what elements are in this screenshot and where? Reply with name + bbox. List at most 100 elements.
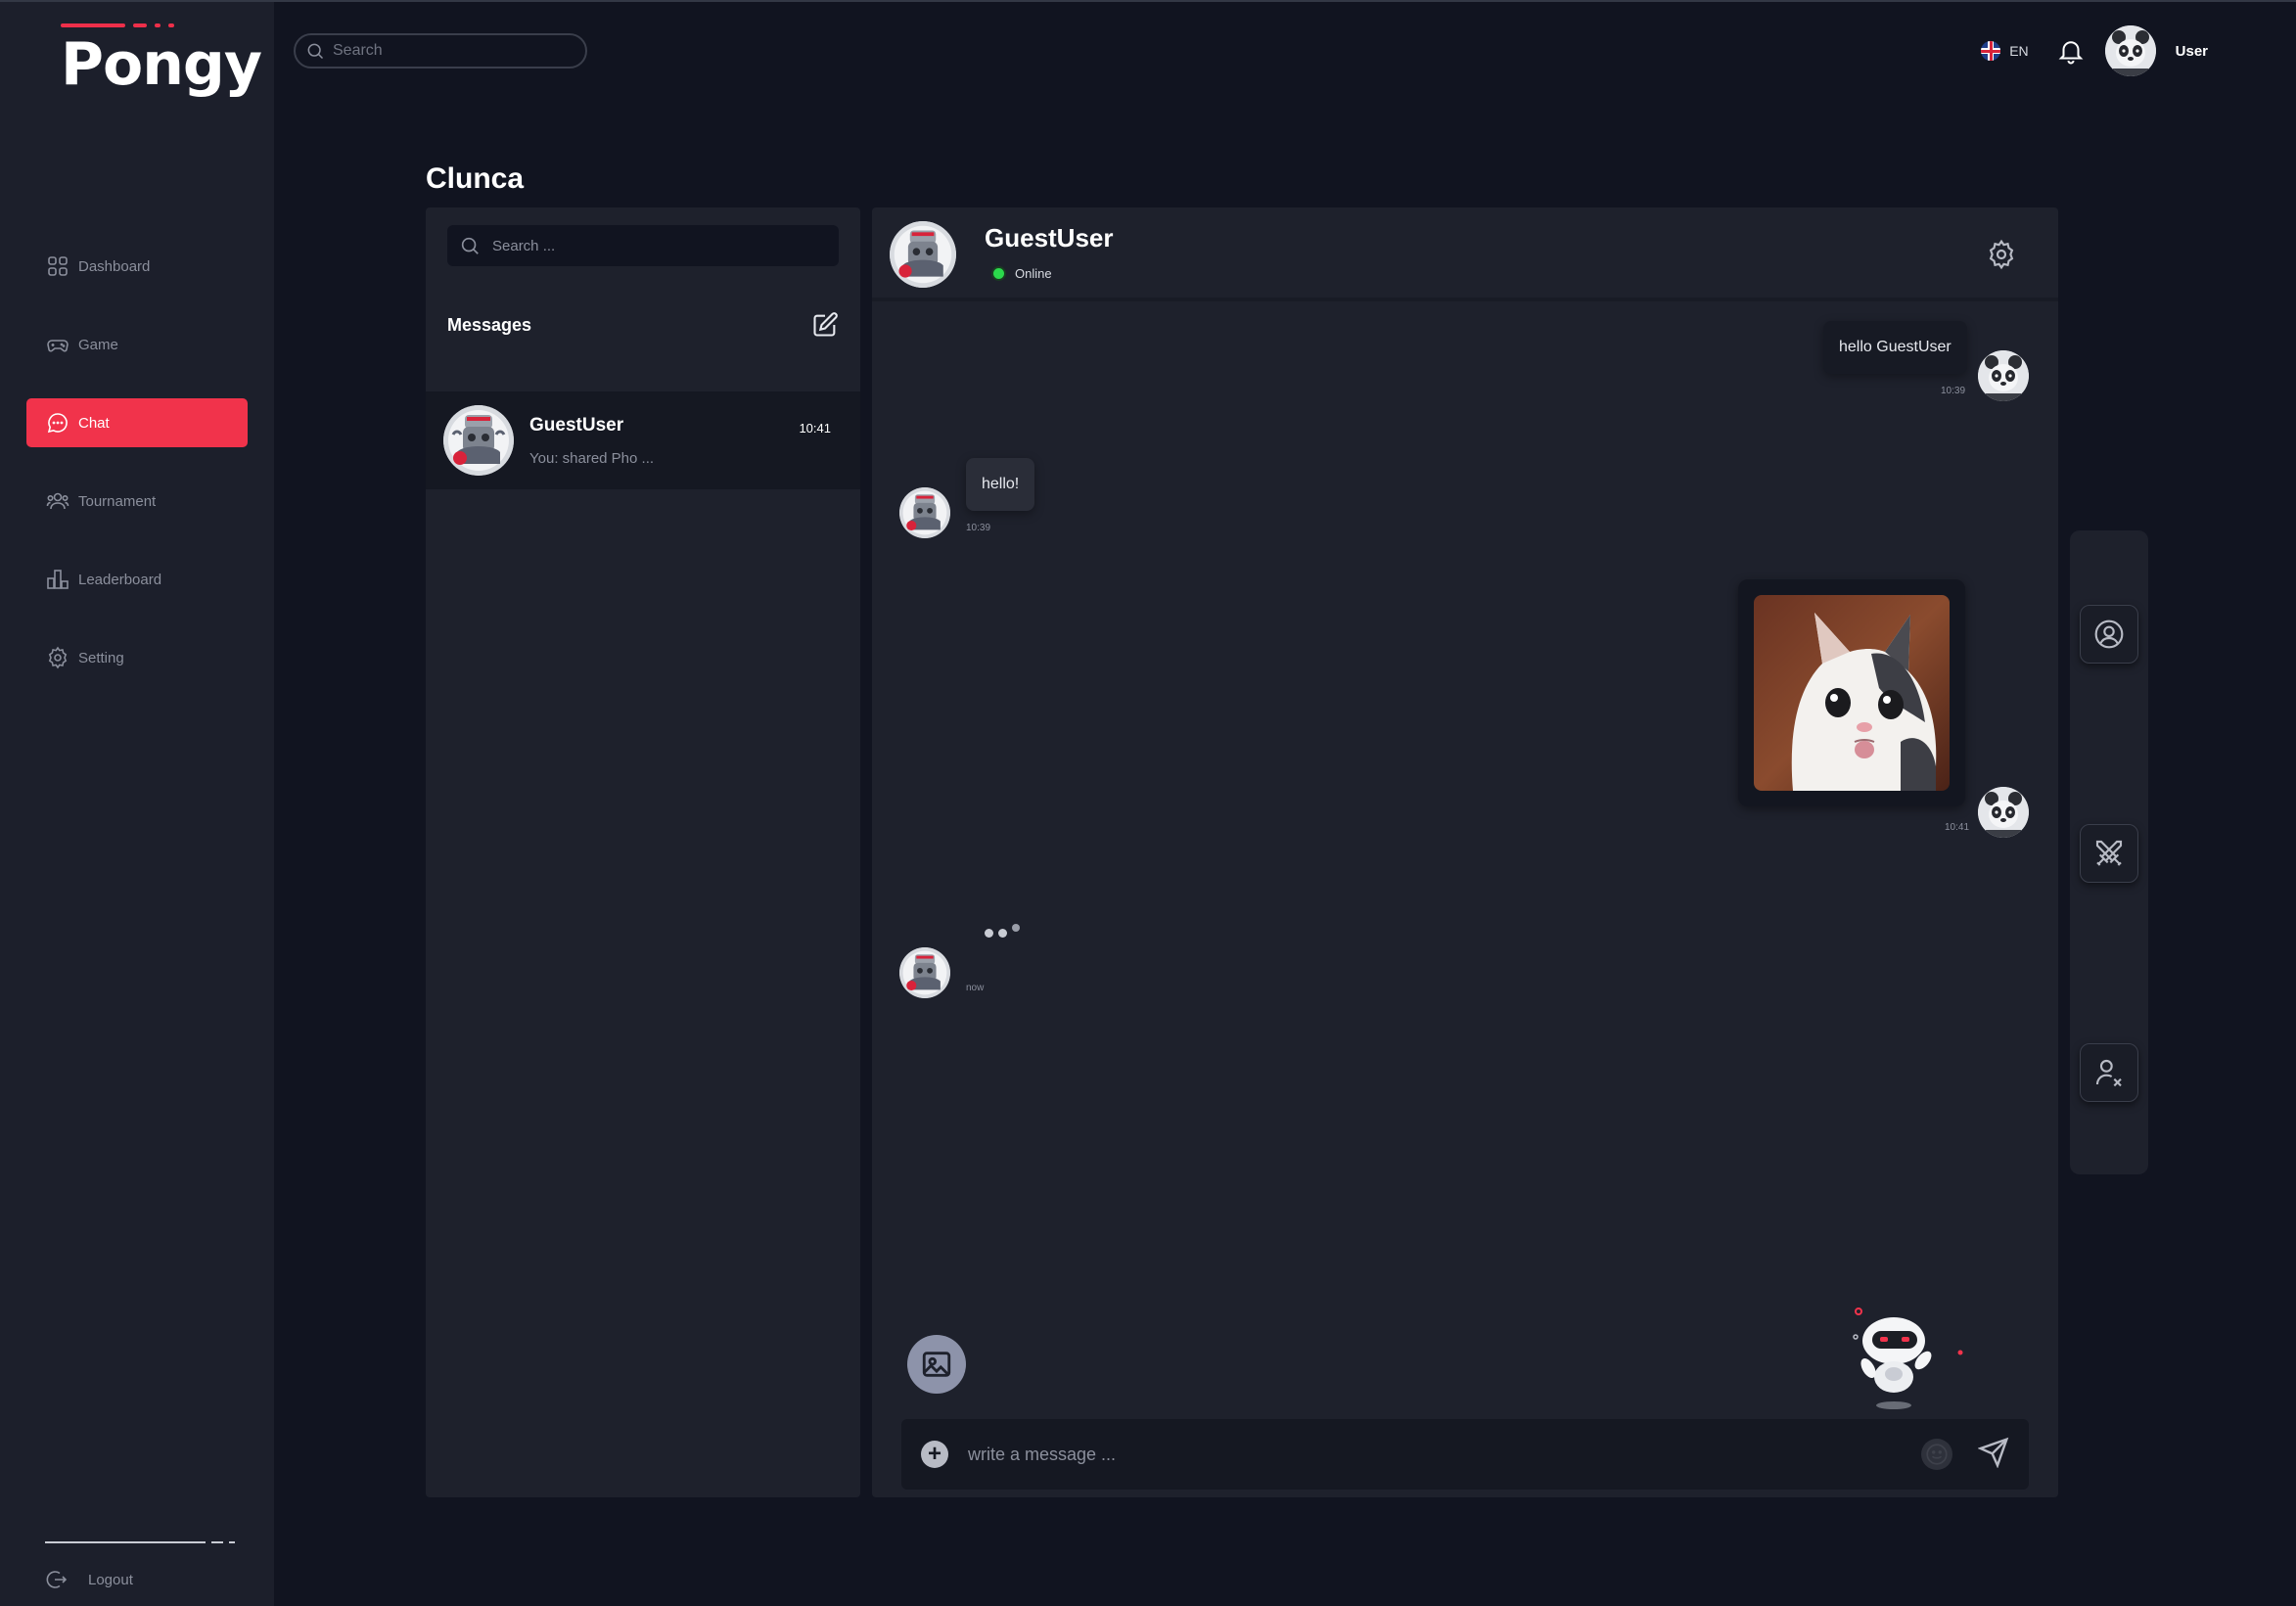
chat-header: GuestUser Online [872, 207, 2058, 301]
search-icon [461, 237, 479, 254]
gear-icon [1989, 239, 2014, 270]
panda-avatar-image [1978, 350, 2029, 401]
status-label: Online [1015, 266, 1052, 281]
conversation-search[interactable] [447, 225, 839, 266]
sidebar-item-game[interactable]: Game [26, 320, 248, 369]
robot-avatar-image [899, 947, 950, 998]
logo[interactable]: Pongy [61, 23, 262, 99]
user-avatar [1978, 350, 2029, 401]
conversation-preview: You: shared Pho ... [529, 449, 655, 467]
message-bubble-outgoing: hello GuestUser [1823, 321, 1967, 374]
message-composer: + [901, 1419, 2029, 1490]
emoji-button[interactable] [1921, 1439, 1952, 1470]
cat-photo-image [1754, 595, 1950, 791]
contact-avatar [899, 487, 950, 538]
user-circle-icon [2094, 619, 2124, 649]
sidebar-item-label: Setting [78, 649, 124, 666]
sidebar-item-label: Tournament [78, 492, 157, 510]
chat-actions-rail [2070, 530, 2148, 1174]
image-upload-button[interactable] [907, 1335, 966, 1394]
app-root: Pongy Dashboard Game Chat Tournament Lea… [0, 0, 2296, 1606]
chat-panel: GuestUser Online hello GuestUser 10:39 h… [872, 207, 2058, 1497]
robot-mascot-image [1851, 1304, 1968, 1411]
attach-plus-icon[interactable]: + [921, 1441, 948, 1468]
sidebar-item-chat[interactable]: Chat [26, 398, 248, 447]
contact-avatar [443, 405, 514, 476]
sidebar-item-label: Leaderboard [78, 571, 162, 588]
conversation-search-input[interactable] [492, 237, 815, 254]
sidebar-item-tournament[interactable]: Tournament [26, 477, 248, 526]
robot-avatar-image [899, 487, 950, 538]
image-message-bubble[interactable] [1738, 579, 1965, 806]
global-search-input[interactable] [333, 42, 558, 60]
chat-bubble-icon [47, 413, 68, 434]
sidebar: Pongy Dashboard Game Chat Tournament Lea… [0, 2, 274, 1606]
crossed-swords-icon [2095, 840, 2123, 866]
conversation-info: GuestUser You: shared Pho ... [529, 415, 799, 467]
logo-accent [61, 23, 261, 27]
compose-icon[interactable] [811, 311, 839, 339]
message-time: now [966, 983, 985, 993]
gamepad-icon [47, 340, 69, 352]
shared-photo[interactable] [1754, 595, 1950, 791]
logout-label: Logout [88, 1571, 133, 1588]
contact-avatar [899, 947, 950, 998]
sidebar-item-setting[interactable]: Setting [26, 633, 248, 682]
emoji-icon [1926, 1444, 1948, 1465]
user-avatar[interactable] [2104, 25, 2156, 76]
users-icon [46, 492, 69, 510]
sidebar-item-label: Chat [78, 414, 110, 432]
uk-flag-icon [1981, 41, 2001, 61]
chat-contact-name: GuestUser [985, 223, 1114, 252]
message-bubble-incoming: hello! [966, 458, 1035, 511]
online-indicator [993, 268, 1004, 279]
message-time: 10:39 [966, 523, 991, 533]
search-icon [307, 43, 324, 60]
typing-indicator [985, 924, 1020, 938]
global-search[interactable] [294, 33, 587, 69]
bar-chart-icon [47, 570, 69, 589]
challenge-game-button[interactable] [2080, 824, 2138, 883]
logout-button[interactable]: Logout [45, 1568, 133, 1591]
user-name[interactable]: User [2176, 43, 2208, 60]
message-input[interactable] [968, 1444, 1921, 1465]
gear-icon [48, 646, 68, 669]
image-icon [922, 1352, 951, 1377]
language-switcher[interactable]: EN [1981, 41, 2029, 61]
block-user-button[interactable] [2080, 1043, 2138, 1102]
panda-avatar-image [2104, 25, 2156, 76]
logo-text: Pongy [61, 30, 262, 99]
bell-icon [2058, 41, 2084, 65]
sidebar-divider [45, 1541, 235, 1543]
sidebar-item-label: Dashboard [78, 257, 151, 275]
chat-settings-button[interactable] [1986, 239, 2017, 270]
conversation-time: 10:41 [799, 421, 831, 436]
message-time: 10:39 [1941, 386, 1966, 396]
robot-avatar-image [443, 405, 514, 476]
conversation-list-panel: Messages GuestUser You: share [426, 207, 860, 1497]
view-profile-button[interactable] [2080, 605, 2138, 664]
contact-avatar[interactable] [890, 221, 956, 288]
sidebar-item-dashboard[interactable]: Dashboard [26, 242, 248, 291]
grid-icon [48, 256, 68, 276]
sidebar-nav: Dashboard Game Chat Tournament Leaderboa… [26, 242, 248, 711]
send-icon [1977, 1437, 2009, 1469]
chat-contact-status: Online [993, 266, 1052, 281]
logout-icon [46, 1571, 68, 1588]
page-title: Clunca [426, 162, 525, 195]
robot-avatar-image [890, 221, 956, 288]
user-remove-icon [2095, 1059, 2122, 1087]
conversation-item[interactable]: GuestUser You: shared Pho ... 10:41 [426, 391, 860, 489]
message-time: 10:41 [1945, 822, 1970, 833]
conversation-name: GuestUser [529, 414, 624, 436]
language-label: EN [2009, 43, 2029, 59]
sidebar-item-leaderboard[interactable]: Leaderboard [26, 555, 248, 604]
top-right-controls: EN User [1981, 25, 2208, 76]
panda-avatar-image [1978, 787, 2029, 838]
messages-heading: Messages [447, 314, 532, 335]
messages-header: Messages [447, 311, 839, 339]
user-avatar [1978, 787, 2029, 838]
send-button[interactable] [1977, 1437, 2009, 1473]
notifications-button[interactable] [2056, 36, 2086, 66]
sidebar-item-label: Game [78, 336, 118, 353]
